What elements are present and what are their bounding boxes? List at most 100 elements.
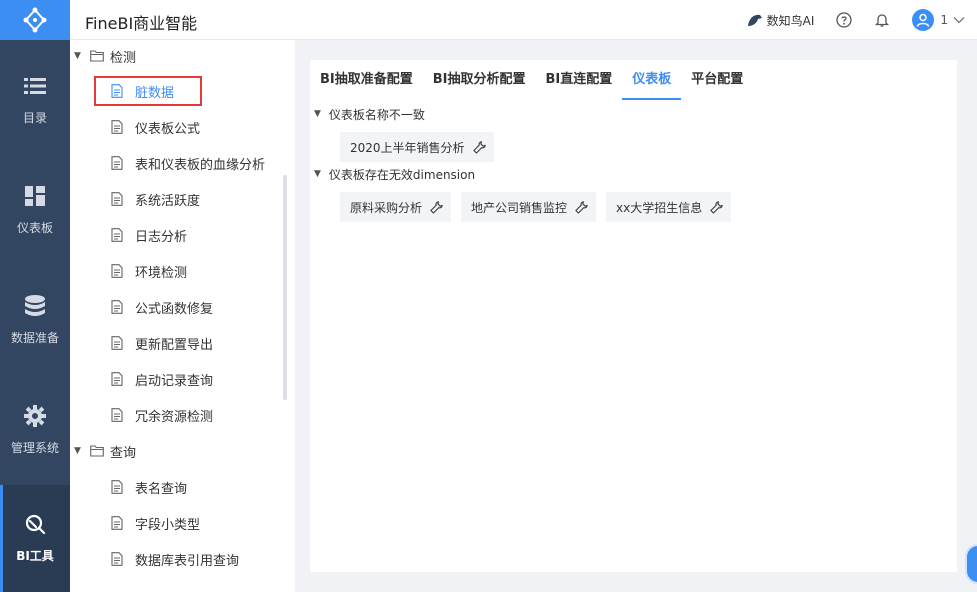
tree-item[interactable]: 表名查询 [111, 469, 187, 505]
tree-item-label: 数据库表引用查询 [135, 553, 240, 569]
tree-item[interactable]: 系统活跃度 [111, 181, 200, 217]
dashboard-name: 地产公司销售监控 [471, 200, 568, 215]
tree-group-detect[interactable]: ▼ 检测 [70, 38, 136, 74]
tool-icon [24, 513, 46, 535]
database-icon [25, 294, 45, 317]
top-bar: FineBI商业智能 数知鸟AI 1 [70, 0, 977, 40]
ai-label: 数知鸟AI [766, 13, 815, 28]
user-name: 1 [940, 13, 948, 27]
issue-group-invalid-dimension: ▼ 仪表板存在无效dimension 原料采购分析 地产公司销售监控 xx大学招… [310, 162, 741, 222]
wrench-icon[interactable] [472, 140, 486, 154]
document-icon [111, 372, 123, 386]
app-title: FineBI商业智能 [85, 14, 198, 33]
logo-icon [23, 7, 47, 33]
nav-label: 目录 [22, 110, 47, 125]
issue-group-header[interactable]: ▼ 仪表板存在无效dimension [310, 162, 741, 186]
document-icon [111, 336, 123, 350]
document-icon [111, 264, 123, 278]
tree-group-label: 查询 [110, 445, 137, 461]
left-navigation: 目录 仪表板 数据准备 管理系统 BI工具 [0, 0, 70, 592]
user-menu[interactable]: 1 [912, 9, 965, 31]
tree-item[interactable]: 日志分析 [111, 217, 187, 253]
tree-item[interactable]: 启动记录查询 [111, 361, 213, 397]
nav-item-dashboard[interactable]: 仪表板 [0, 155, 70, 265]
gear-icon [24, 404, 46, 427]
folder-icon [90, 50, 104, 62]
tab-bi-extract-prep[interactable]: BI抽取准备配置 [310, 60, 423, 100]
caret-down-icon: ▼ [74, 51, 81, 61]
tree-item[interactable]: 公式函数修复 [111, 289, 213, 325]
tree-item[interactable]: 表和仪表板的血缘分析 [111, 145, 265, 181]
avatar [912, 9, 935, 31]
tree-item-label: 表名查询 [135, 481, 188, 497]
tree-item[interactable]: 数据库表引用查询 [111, 541, 239, 577]
tree-item-label: 启动记录查询 [135, 373, 214, 389]
caret-down-icon: ▼ [314, 169, 321, 179]
tab-bi-extract-analysis[interactable]: BI抽取分析配置 [423, 60, 536, 100]
issue-group-header[interactable]: ▼ 仪表板名称不一致 [310, 102, 504, 126]
nav-label: 仪表板 [16, 220, 53, 235]
tab-bi-direct[interactable]: BI直连配置 [536, 60, 623, 100]
tree-group-label: 检测 [110, 50, 137, 66]
tree-item-label: 字段小类型 [135, 517, 201, 533]
issue-group-name-mismatch: ▼ 仪表板名称不一致 2020上半年销售分析 [310, 102, 504, 162]
issue-group-title: 仪表板存在无效dimension [328, 167, 476, 182]
dashboard-name: 原料采购分析 [350, 200, 423, 215]
list-icon [24, 75, 46, 97]
issue-group-title: 仪表板名称不一致 [328, 107, 425, 122]
dashboard-chip[interactable]: xx大学招生信息 [606, 192, 732, 222]
document-icon [111, 408, 123, 422]
dashboard-chip[interactable]: 地产公司销售监控 [461, 192, 597, 222]
document-icon [111, 480, 123, 494]
wrench-icon[interactable] [430, 200, 443, 214]
caret-down-icon: ▼ [314, 109, 321, 119]
tree-group-query[interactable]: ▼ 查询 [70, 433, 136, 469]
highlight-box [94, 76, 202, 106]
nav-label: 管理系统 [10, 440, 59, 455]
nav-item-catalog[interactable]: 目录 [0, 45, 70, 155]
ai-assistant-button[interactable]: 数知鸟AI [747, 12, 815, 29]
tree-item[interactable]: 环境检测 [111, 253, 187, 289]
main-panel: BI抽取准备配置 BI抽取分析配置 BI直连配置 仪表板 平台配置 ▼ 仪表板名… [310, 60, 957, 572]
tree-item[interactable]: 仪表板公式 [111, 109, 200, 145]
chevron-down-icon [953, 17, 965, 24]
notification-bell-icon[interactable] [874, 12, 890, 28]
document-icon [111, 552, 123, 566]
tree-item-label: 系统活跃度 [135, 193, 201, 209]
dashboard-chip[interactable]: 原料采购分析 [340, 192, 452, 222]
app-logo[interactable] [0, 0, 70, 40]
wrench-icon[interactable] [575, 200, 588, 214]
dashboard-name: 2020上半年销售分析 [350, 140, 465, 155]
tree-item-label: 表和仪表板的血缘分析 [135, 157, 266, 173]
document-icon [111, 120, 123, 134]
dashboard-chip[interactable]: 2020上半年销售分析 [340, 132, 494, 162]
tab-dashboard[interactable]: 仪表板 [622, 60, 682, 100]
tree-item-label: 日志分析 [135, 229, 188, 245]
tree-item-label: 环境检测 [135, 265, 188, 281]
tree-item[interactable]: 冗余资源检测 [111, 397, 213, 433]
document-icon [111, 516, 123, 530]
tree-item-label: 仪表板公式 [135, 121, 201, 137]
document-icon [111, 156, 123, 170]
tree-item[interactable]: 更新配置导出 [111, 325, 213, 361]
wrench-icon[interactable] [710, 200, 723, 214]
document-icon [111, 192, 123, 206]
help-icon[interactable] [836, 12, 853, 28]
caret-down-icon: ▼ [74, 446, 81, 456]
folder-icon [90, 445, 104, 457]
config-tabs: BI抽取准备配置 BI抽取分析配置 BI直连配置 仪表板 平台配置 [310, 60, 753, 100]
floating-assistant-button[interactable] [965, 544, 977, 584]
dashboard-name: xx大学招生信息 [616, 200, 703, 215]
tree-item-label: 冗余资源检测 [135, 409, 214, 425]
bird-icon [747, 14, 762, 26]
tab-platform[interactable]: 平台配置 [681, 60, 753, 100]
nav-item-data-prep[interactable]: 数据准备 [0, 265, 70, 375]
document-icon [111, 228, 123, 242]
tree-scrollbar[interactable] [283, 175, 287, 400]
document-icon [111, 300, 123, 314]
tree-item-label: 更新配置导出 [135, 337, 214, 353]
user-icon [917, 13, 930, 27]
nav-item-admin[interactable]: 管理系统 [0, 375, 70, 485]
tree-item[interactable]: 字段小类型 [111, 505, 200, 541]
nav-item-bi-tools[interactable]: BI工具 [0, 485, 70, 592]
